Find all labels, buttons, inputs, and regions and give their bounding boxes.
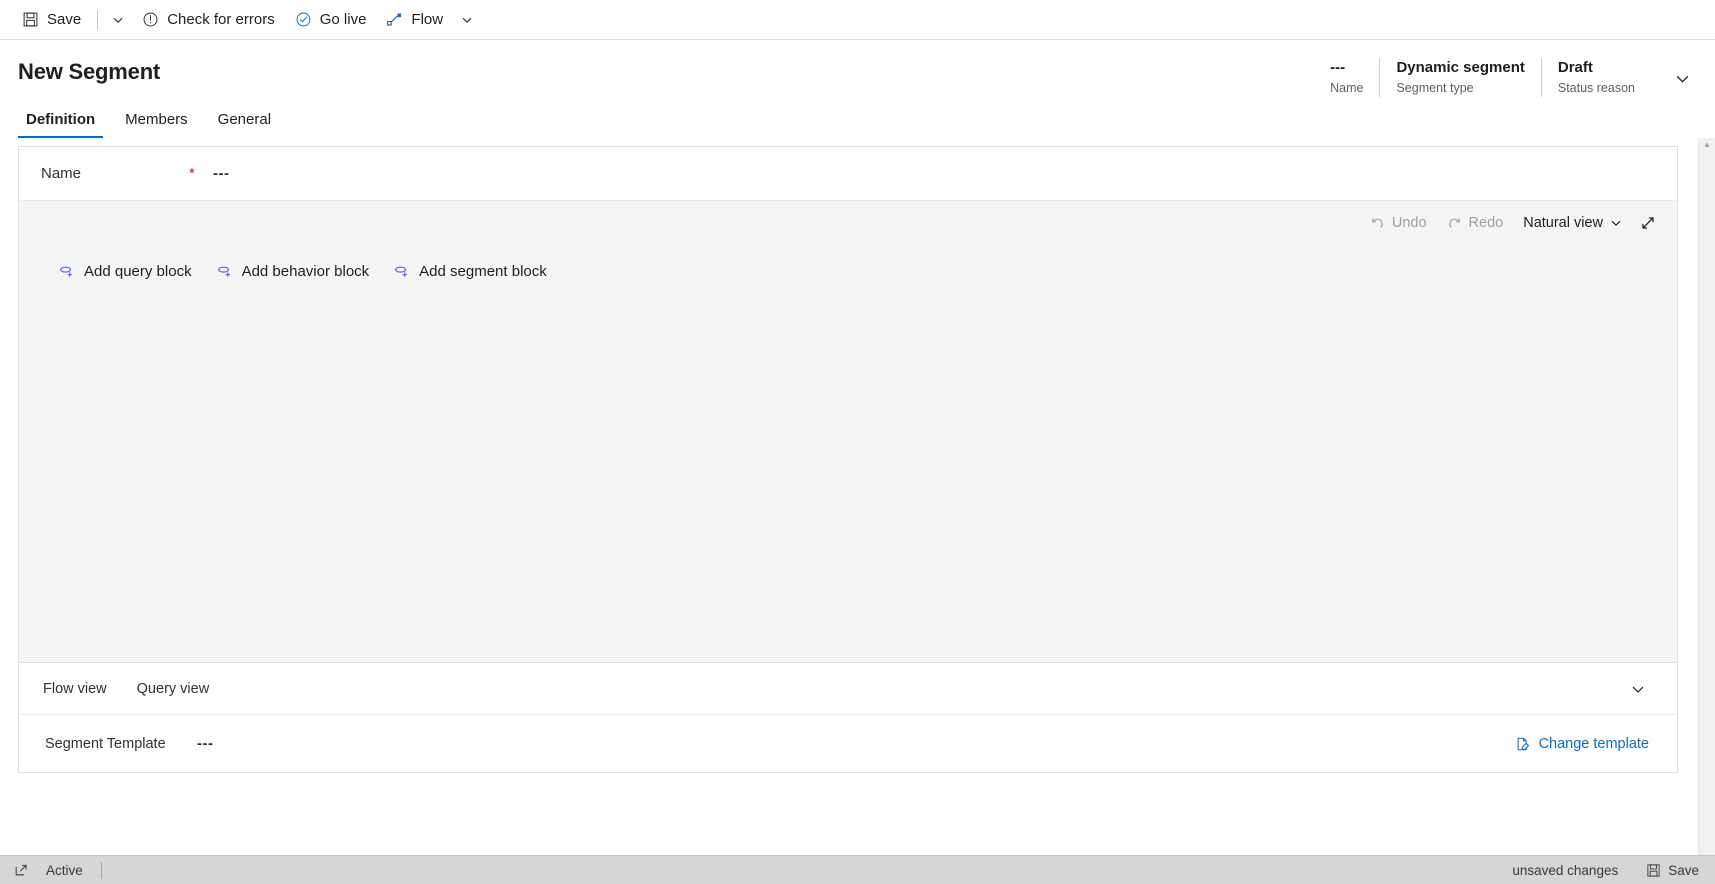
tab-query-view[interactable]: Query view bbox=[135, 677, 212, 701]
name-input[interactable]: --- bbox=[213, 165, 230, 182]
save-button-label: Save bbox=[47, 11, 82, 28]
segment-template-label: Segment Template bbox=[45, 735, 166, 752]
tab-flow-view[interactable]: Flow view bbox=[41, 677, 109, 701]
chevron-down-icon bbox=[1610, 217, 1622, 229]
error-circle-icon bbox=[142, 11, 159, 28]
tab-members[interactable]: Members bbox=[117, 110, 196, 138]
content-area: Name * --- Undo Redo Natural view Add qu… bbox=[0, 138, 1715, 882]
add-behavior-icon bbox=[216, 263, 233, 280]
tab-general-label: General bbox=[217, 111, 272, 128]
view-collapse-button[interactable] bbox=[1623, 674, 1653, 704]
status-bar-divider bbox=[100, 861, 102, 879]
flow-icon bbox=[386, 11, 403, 28]
status-save-button[interactable]: Save bbox=[1640, 861, 1705, 880]
go-live-label: Go live bbox=[319, 11, 367, 28]
header-name-value: --- bbox=[1330, 59, 1346, 76]
redo-label: Redo bbox=[1468, 215, 1504, 231]
view-mode-label: Natural view bbox=[1523, 215, 1603, 231]
expand-diagonal-icon bbox=[1640, 215, 1656, 231]
unsaved-changes-text: unsaved changes bbox=[1512, 862, 1619, 878]
add-segment-block-button[interactable]: Add segment block bbox=[384, 259, 556, 284]
view-mode-dropdown[interactable]: Natural view bbox=[1514, 208, 1631, 238]
tab-query-view-label: Query view bbox=[136, 680, 210, 697]
tab-definition-label: Definition bbox=[26, 111, 96, 128]
name-field-row: Name * --- bbox=[19, 147, 1677, 201]
header-fields: --- Name Dynamic segment Segment type Dr… bbox=[1314, 58, 1659, 97]
flow-dropdown-chevron[interactable] bbox=[453, 4, 481, 36]
tab-definition[interactable]: Definition bbox=[18, 110, 104, 138]
command-bar: Save Check for errors Go live Flow bbox=[0, 0, 1715, 40]
check-circle-icon bbox=[295, 11, 312, 28]
name-required-asterisk: * bbox=[189, 165, 195, 182]
redo-button[interactable]: Redo bbox=[1438, 208, 1513, 238]
popout-icon bbox=[14, 863, 28, 877]
scrollbar-up-arrow[interactable]: ▲ bbox=[1703, 141, 1711, 149]
header-field-status-reason: Draft Status reason bbox=[1540, 58, 1651, 97]
view-tabs: Flow view Query view bbox=[19, 662, 1677, 714]
header-segment-type-value: Dynamic segment bbox=[1396, 59, 1525, 76]
tab-general[interactable]: General bbox=[210, 110, 279, 138]
record-status: Active bbox=[46, 862, 83, 878]
change-template-label: Change template bbox=[1538, 735, 1649, 752]
undo-label: Undo bbox=[1391, 215, 1427, 231]
flow-button[interactable]: Flow bbox=[376, 4, 453, 36]
chevron-down-icon bbox=[1630, 681, 1646, 697]
status-bar: Active unsaved changes Save bbox=[0, 855, 1715, 884]
status-bar-left: Active bbox=[0, 861, 102, 879]
save-button[interactable]: Save bbox=[12, 4, 91, 36]
header-status-reason-label: Status reason bbox=[1557, 81, 1635, 95]
undo-button[interactable]: Undo bbox=[1361, 208, 1436, 238]
name-field-label: Name bbox=[41, 165, 82, 182]
save-dropdown-chevron[interactable] bbox=[104, 4, 132, 36]
page-header: New Segment --- Name Dynamic segment Seg… bbox=[0, 40, 1715, 98]
save-icon bbox=[1646, 863, 1661, 878]
add-segment-icon bbox=[393, 263, 410, 280]
go-live-button[interactable]: Go live bbox=[285, 4, 377, 36]
flow-label: Flow bbox=[411, 11, 444, 28]
status-save-label: Save bbox=[1668, 862, 1699, 878]
check-for-errors-label: Check for errors bbox=[167, 11, 275, 28]
segment-canvas: Undo Redo Natural view Add query block A… bbox=[19, 201, 1677, 662]
add-block-row: Add query block Add behavior block Add s… bbox=[19, 259, 1677, 284]
add-behavior-block-label: Add behavior block bbox=[241, 263, 370, 280]
undo-icon bbox=[1370, 216, 1385, 231]
header-expand-button[interactable] bbox=[1665, 62, 1699, 94]
header-name-label: Name bbox=[1330, 81, 1364, 95]
page-title: New Segment bbox=[18, 59, 161, 84]
redo-icon bbox=[1447, 216, 1462, 231]
chevron-down-icon bbox=[1674, 70, 1691, 87]
header-field-name: --- Name bbox=[1314, 58, 1379, 97]
add-query-block-button[interactable]: Add query block bbox=[49, 259, 201, 284]
change-template-button[interactable]: Change template bbox=[1509, 731, 1655, 757]
check-for-errors-button[interactable]: Check for errors bbox=[132, 4, 285, 36]
popout-button[interactable] bbox=[8, 863, 34, 877]
canvas-toolbar: Undo Redo Natural view bbox=[19, 201, 1677, 245]
segment-template-row: Segment Template --- Change template bbox=[19, 714, 1677, 772]
add-query-block-label: Add query block bbox=[84, 263, 192, 280]
header-status-reason-value: Draft bbox=[1557, 59, 1593, 76]
save-icon bbox=[22, 11, 39, 28]
edit-page-icon bbox=[1515, 736, 1531, 752]
chevron-down-icon bbox=[112, 14, 124, 26]
segment-definition-card: Name * --- Undo Redo Natural view Add qu… bbox=[18, 146, 1678, 773]
command-separator bbox=[97, 9, 99, 30]
status-bar-right: unsaved changes Save bbox=[1512, 861, 1715, 880]
expand-canvas-button[interactable] bbox=[1633, 208, 1663, 238]
segment-template-value: --- bbox=[197, 735, 214, 752]
tab-strip: Definition Members General bbox=[0, 102, 1715, 138]
header-segment-type-label: Segment type bbox=[1396, 81, 1474, 95]
add-query-icon bbox=[58, 263, 75, 280]
tab-members-label: Members bbox=[125, 111, 188, 128]
chevron-down-icon bbox=[461, 14, 473, 26]
vertical-scrollbar[interactable]: ▲ ▼ bbox=[1698, 138, 1715, 882]
add-behavior-block-button[interactable]: Add behavior block bbox=[207, 259, 379, 284]
tab-flow-view-label: Flow view bbox=[43, 680, 107, 697]
header-field-segment-type: Dynamic segment Segment type bbox=[1379, 58, 1540, 97]
add-segment-block-label: Add segment block bbox=[419, 263, 547, 280]
